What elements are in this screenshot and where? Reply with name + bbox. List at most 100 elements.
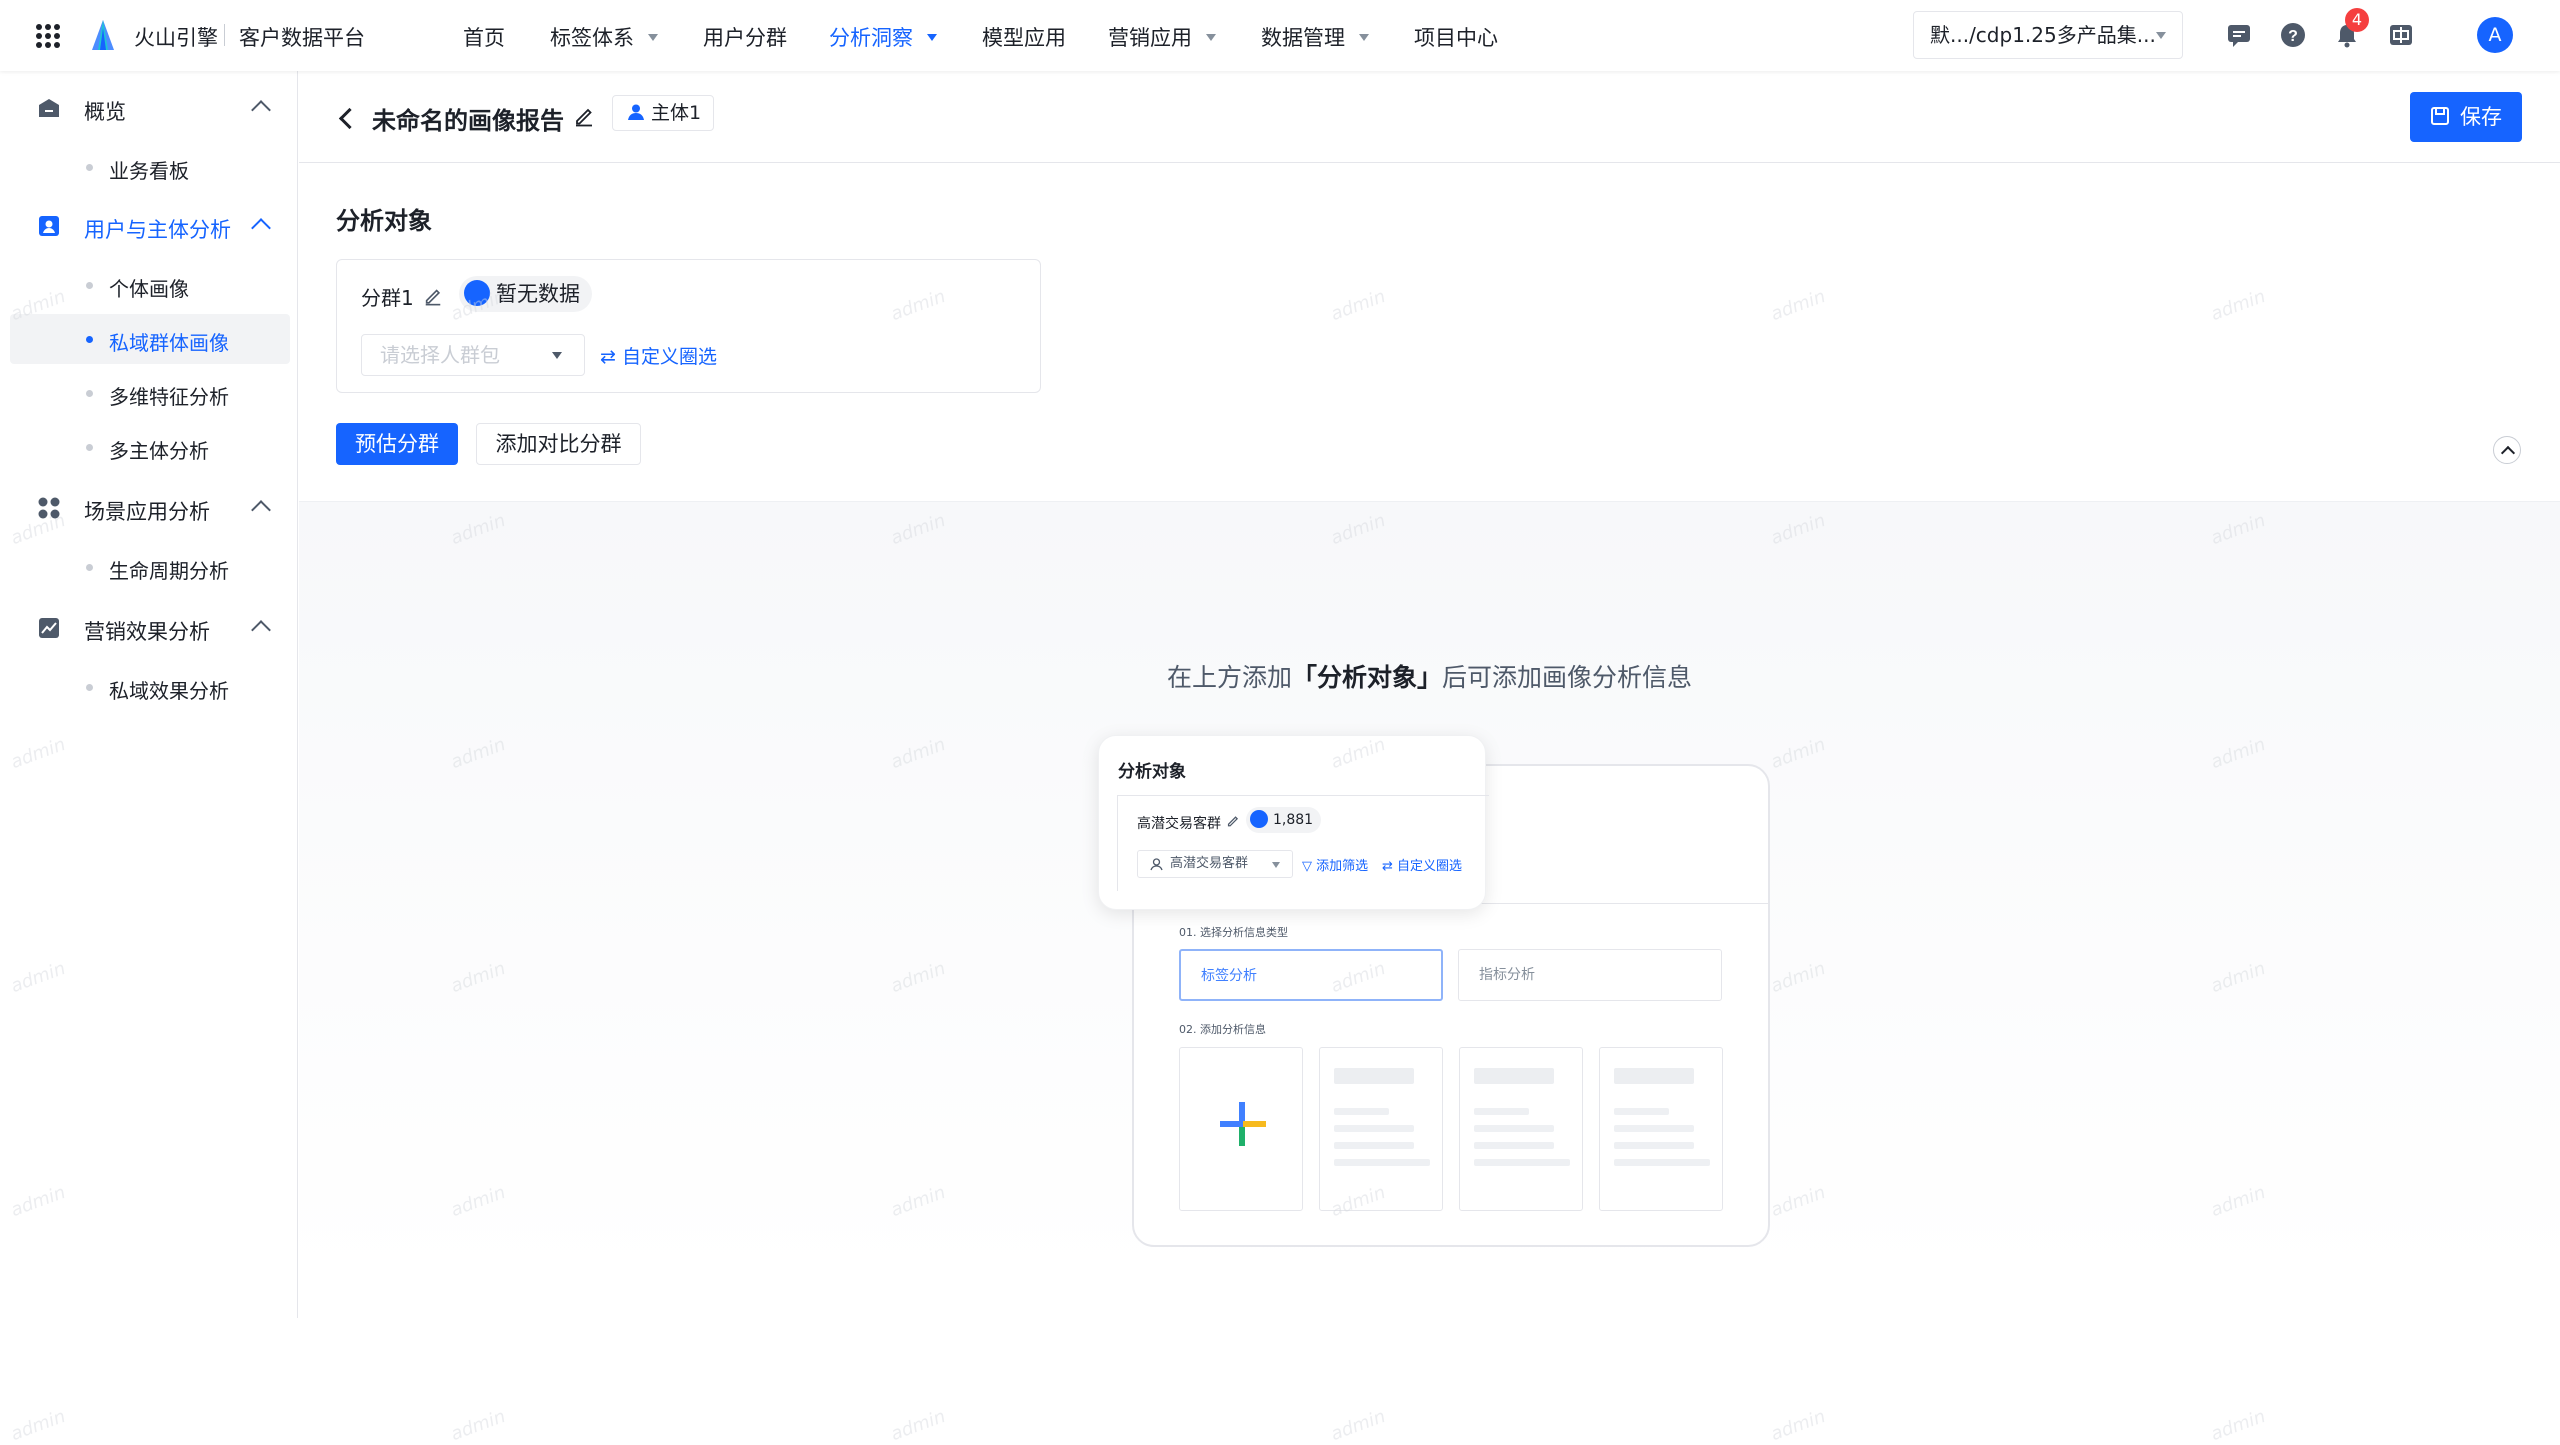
illustration-custom-filter: ⇄ 自定义圈选 xyxy=(1382,859,1463,874)
illustration-step-2: 02. 添加分析信息 xyxy=(1179,1023,1266,1036)
segment-count-tag: 暂无数据 xyxy=(459,276,592,312)
illustration-option-metric: 指标分析 xyxy=(1458,949,1722,1001)
sidebar-group-label: 营销效果分析 xyxy=(84,620,210,644)
illustration-segment: 高潜交易客群 1,881 高潜交易客群 ▽ 添加筛选 ⇄ 自定义圈选 xyxy=(1117,795,1489,891)
watermark-text: admin xyxy=(1328,1405,1389,1445)
apps-icon xyxy=(38,497,60,519)
chevron-down-icon xyxy=(1359,33,1369,41)
watermark-text: admin xyxy=(448,1405,509,1445)
back-arrow-icon[interactable] xyxy=(338,107,361,130)
bullet-icon xyxy=(86,390,93,397)
sidebar-item-multi-subject-analysis[interactable]: 多主体分析 xyxy=(10,422,290,472)
chevron-up-icon xyxy=(251,620,271,640)
watermark-text: admin xyxy=(1768,1405,1829,1445)
sidebar-item-private-effect-analysis[interactable]: 私域效果分析 xyxy=(10,662,290,712)
estimate-segment-button[interactable]: 预估分群 xyxy=(336,423,458,465)
person-icon xyxy=(1150,858,1163,871)
chart-icon xyxy=(39,618,59,638)
nav-model-application[interactable]: 模型应用 xyxy=(982,22,1066,52)
sidebar-item-label: 业务看板 xyxy=(109,159,189,183)
save-button-label: 保存 xyxy=(2460,105,2502,129)
sidebar-item-individual-portrait[interactable]: 个体画像 xyxy=(10,260,290,310)
illustration-count: 1,881 xyxy=(1246,807,1322,833)
swap-icon: ⇄ xyxy=(600,346,622,368)
chevron-up-icon xyxy=(251,100,271,120)
nav-project-center[interactable]: 项目中心 xyxy=(1414,22,1498,52)
watermark-text: admin xyxy=(8,1405,69,1445)
users-icon xyxy=(1250,810,1268,828)
sidebar-item-label: 个体画像 xyxy=(109,277,189,301)
edit-icon[interactable] xyxy=(423,286,443,306)
sidebar-group-user-subject-analysis[interactable]: 用户与主体分析 xyxy=(0,201,298,251)
sidebar-group-marketing-effect-analysis[interactable]: 营销效果分析 xyxy=(0,603,298,653)
sidebar-group-overview[interactable]: 概览 xyxy=(0,83,298,133)
illustration-placeholder-tile xyxy=(1599,1047,1723,1211)
save-icon xyxy=(2431,107,2449,125)
sidebar-group-scenario-analysis[interactable]: 场景应用分析 xyxy=(0,483,298,533)
edit-icon[interactable] xyxy=(573,105,595,127)
bullet-icon xyxy=(86,336,93,343)
nav-home[interactable]: 首页 xyxy=(463,22,505,52)
illustration-add-tile xyxy=(1179,1047,1303,1211)
illustration-title: 分析对象 xyxy=(1118,762,1186,782)
apps-grid-icon[interactable] xyxy=(36,24,60,48)
custom-filter-link[interactable]: ⇄ 自定义圈选 xyxy=(600,342,717,369)
illustration-group-name: 高潜交易客群 xyxy=(1137,816,1221,832)
nav-user-segmentation[interactable]: 用户分群 xyxy=(703,22,787,52)
chevron-down-icon xyxy=(2156,32,2166,39)
product-name: 客户数据平台 xyxy=(239,26,365,50)
subject-tag[interactable]: 主体1 xyxy=(612,95,715,131)
help-icon[interactable]: ? xyxy=(2280,22,2306,48)
watermark-text: admin xyxy=(2208,1405,2269,1445)
project-selector[interactable]: 默.../cdp1.25多产品集... xyxy=(1913,11,2183,59)
chevron-up-icon xyxy=(251,218,271,238)
custom-filter-label: 自定义圈选 xyxy=(621,346,717,368)
user-avatar[interactable]: A xyxy=(2477,17,2513,53)
chevron-down-icon xyxy=(927,33,937,41)
language-switch-icon[interactable] xyxy=(2388,22,2414,48)
sidebar-group-label: 概览 xyxy=(84,100,126,124)
sidebar-item-multi-feature-analysis[interactable]: 多维特征分析 xyxy=(10,368,290,418)
sidebar-item-business-dashboard[interactable]: 业务看板 xyxy=(10,142,290,192)
nav-data-management[interactable]: 数据管理 xyxy=(1261,22,1369,52)
crowd-package-select[interactable]: 请选择人群包 xyxy=(361,334,585,376)
nav-tag-system[interactable]: 标签体系 xyxy=(550,22,658,52)
illustration-placeholder-tile xyxy=(1459,1047,1583,1211)
volcengine-logo xyxy=(92,20,114,50)
bullet-icon xyxy=(86,684,93,691)
swap-icon: ⇄ xyxy=(1382,859,1398,874)
illustration-add-filter: ▽ 添加筛选 xyxy=(1302,859,1369,874)
brand-name: 火山引擎 xyxy=(134,26,218,50)
crowd-select-placeholder: 请选择人群包 xyxy=(380,343,500,367)
bullet-icon xyxy=(86,444,93,451)
section-title: 分析对象 xyxy=(336,207,432,235)
collapse-icon[interactable] xyxy=(2493,436,2521,464)
illustration-option-tag: 标签分析 xyxy=(1179,949,1443,1001)
sidebar-item-lifecycle-analysis[interactable]: 生命周期分析 xyxy=(10,542,290,592)
bullet-icon xyxy=(86,282,93,289)
main-content: 未命名的画像报告 主体1 保存 分析对象 分群1 暂无数据 请选择人群包 ⇄ 自… xyxy=(299,71,2560,1318)
sidebar-item-label: 私域效果分析 xyxy=(109,679,229,703)
sidebar-group-label: 场景应用分析 xyxy=(84,500,210,524)
segment-card: 分群1 暂无数据 请选择人群包 ⇄ 自定义圈选 xyxy=(336,259,1041,393)
person-icon xyxy=(628,104,644,120)
home-icon xyxy=(39,99,59,117)
empty-state-message: 在上方添加「分析对象」后可添加画像分析信息 xyxy=(1166,663,1693,692)
bullet-icon xyxy=(86,164,93,171)
sidebar-item-private-group-portrait[interactable]: 私域群体画像 xyxy=(10,314,290,364)
add-compare-segment-button[interactable]: 添加对比分群 xyxy=(476,423,641,465)
svg-text:?: ? xyxy=(2288,28,2298,45)
report-title: 未命名的画像报告 xyxy=(372,107,564,135)
nav-analysis-insight[interactable]: 分析洞察 xyxy=(829,22,937,52)
segment-name: 分群1 xyxy=(361,286,414,310)
sidebar-item-label: 多主体分析 xyxy=(109,439,209,463)
illustration-analysis-card: 分析对象 高潜交易客群 1,881 高潜交易客群 ▽ 添加筛选 ⇄ 自定义圈选 xyxy=(1098,735,1489,910)
sidebar-group-label: 用户与主体分析 xyxy=(84,218,231,242)
nav-marketing-application[interactable]: 营销应用 xyxy=(1108,22,1216,52)
sidebar: 概览 业务看板 用户与主体分析 个体画像 私域群体画像 多维特征分析 多主体分析… xyxy=(0,71,298,1318)
message-icon[interactable] xyxy=(2226,22,2252,48)
sidebar-item-label: 私域群体画像 xyxy=(109,331,229,355)
save-button[interactable]: 保存 xyxy=(2410,92,2522,142)
no-data-label: 暂无数据 xyxy=(496,282,580,306)
chevron-down-icon xyxy=(648,33,658,41)
